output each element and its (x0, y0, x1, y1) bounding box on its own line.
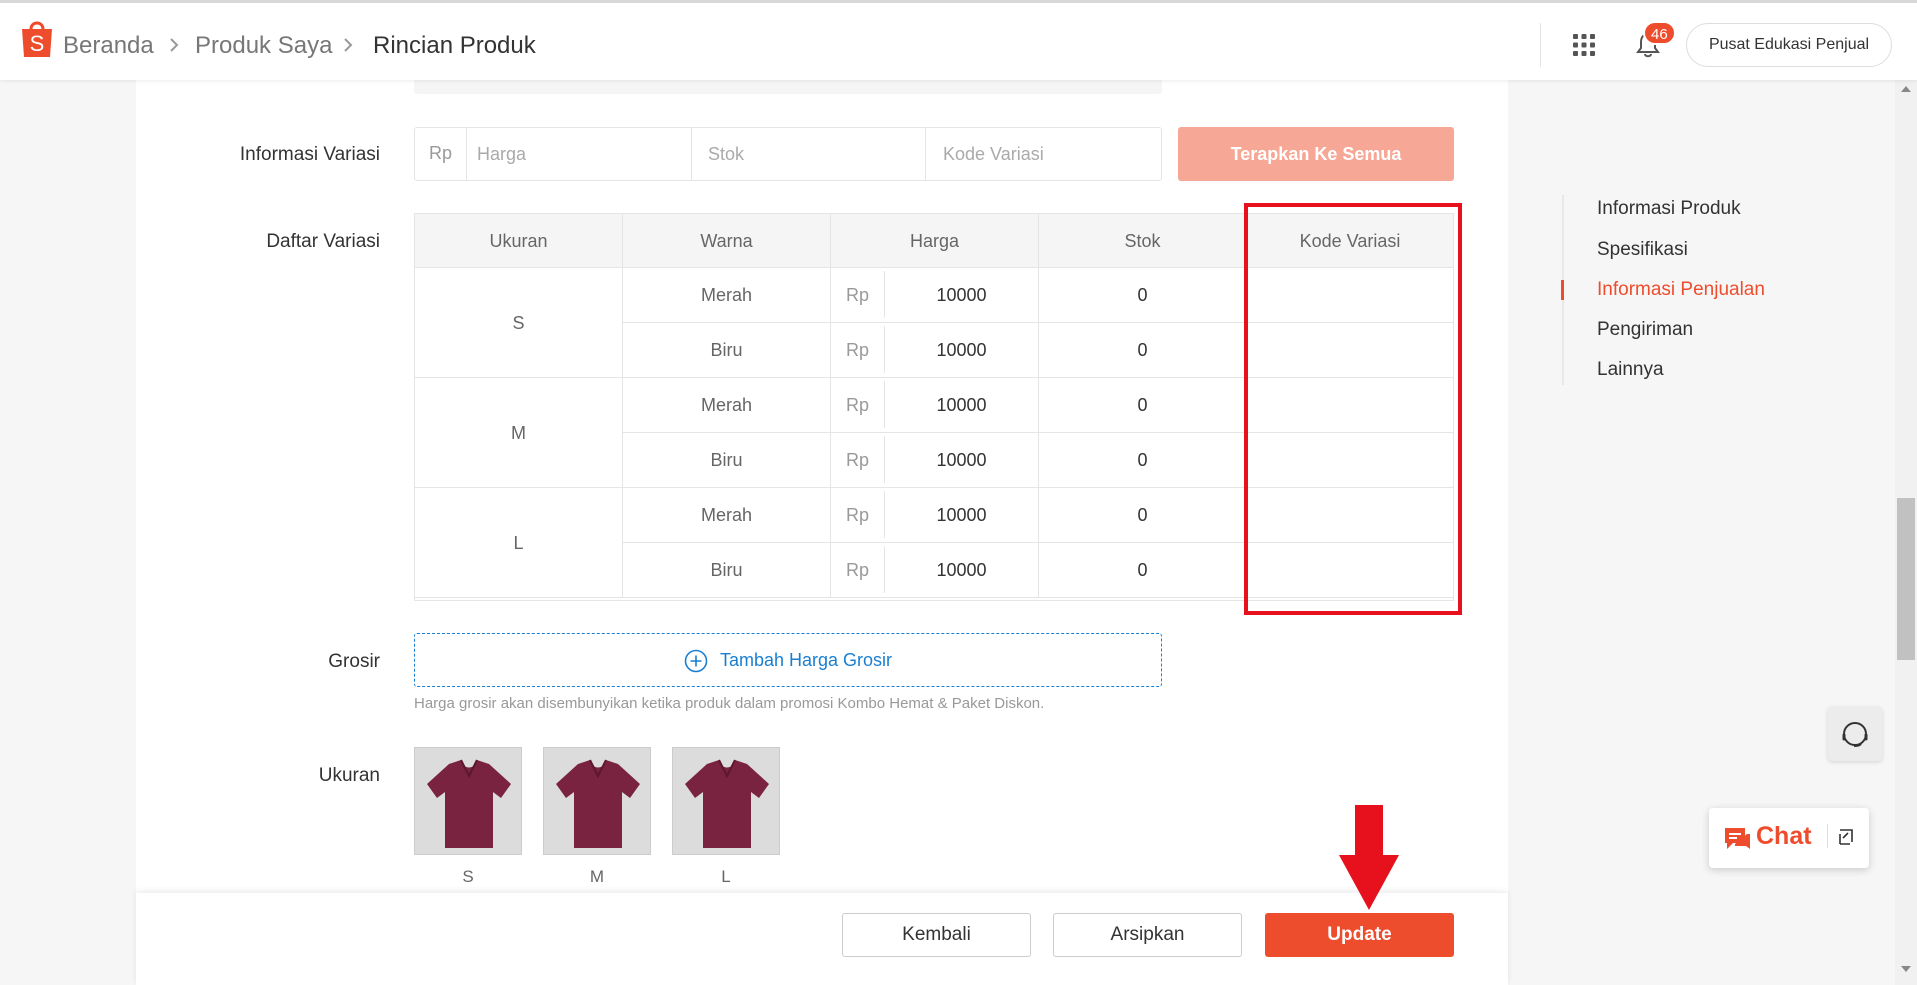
variation-info-label: Informasi Variasi (239, 144, 380, 165)
arrow-down-annotation-icon (1339, 805, 1399, 910)
color-cell: Biru (623, 433, 831, 488)
chat-label[interactable]: Chat (1756, 822, 1812, 851)
price-value[interactable]: 10000 (885, 543, 1038, 597)
column-header-size: Ukuran (415, 214, 623, 268)
side-nav-shipping[interactable]: Pengiriman (1597, 318, 1693, 342)
size-cell: L (415, 488, 623, 598)
batch-code-field (926, 128, 1161, 180)
chat-bubble-icon (1725, 828, 1750, 849)
chevron-right-icon (170, 38, 179, 52)
stock-cell[interactable]: 0 (1039, 378, 1247, 433)
price-value[interactable]: 10000 (885, 323, 1038, 377)
expand-chat-icon[interactable] (1837, 828, 1855, 846)
size-cell: S (415, 268, 623, 378)
size-image-caption: S (462, 867, 474, 886)
color-cell: Merah (623, 268, 831, 323)
kode-variasi-highlight (1244, 203, 1462, 615)
currency-prefix: Rp (831, 546, 885, 593)
stock-cell[interactable]: 0 (1039, 433, 1247, 488)
side-nav-product-info[interactable]: Informasi Produk (1597, 197, 1741, 221)
wholesale-hint: Harga grosir akan disembunyikan ketika p… (414, 695, 1045, 712)
breadcrumb-home[interactable]: Beranda (63, 31, 154, 61)
size-image-caption: L (721, 867, 731, 886)
column-header-price: Harga (831, 214, 1039, 268)
side-nav-others[interactable]: Lainnya (1597, 358, 1664, 382)
currency-prefix: Rp (831, 491, 885, 538)
size-cell: M (415, 378, 623, 488)
column-header-color: Warna (623, 214, 831, 268)
breadcrumb-current: Rincian Produk (373, 32, 536, 59)
stock-cell[interactable]: 0 (1039, 268, 1247, 323)
back-button[interactable]: Kembali (842, 913, 1031, 957)
add-wholesale-label: Tambah Harga Grosir (719, 650, 893, 670)
tshirt-image (685, 759, 769, 848)
apps-grid-icon[interactable] (1572, 33, 1596, 57)
shopee-logo-icon[interactable]: S (20, 17, 54, 59)
price-value[interactable]: 10000 (885, 268, 1038, 322)
batch-code-input[interactable] (943, 128, 1153, 180)
header-divider (1540, 23, 1541, 67)
notification-badge: 46 (1643, 21, 1676, 45)
side-nav-active-marker (1561, 280, 1564, 300)
price-value[interactable]: 10000 (885, 488, 1038, 542)
breadcrumb-my-products[interactable]: Produk Saya (195, 31, 332, 61)
headset-icon (1842, 722, 1868, 747)
tshirt-image (427, 759, 511, 848)
svg-text:S: S (30, 31, 45, 56)
price-cell[interactable]: Rp 10000 (831, 433, 1039, 488)
batch-stock-field (692, 128, 926, 180)
side-nav-sales-info[interactable]: Informasi Penjualan (1597, 278, 1765, 302)
size-image-m[interactable] (543, 747, 651, 855)
currency-prefix: Rp (831, 326, 885, 373)
price-cell[interactable]: Rp 10000 (831, 268, 1039, 323)
currency-prefix: Rp (831, 436, 885, 483)
add-wholesale-price-button[interactable]: Tambah Harga Grosir (414, 633, 1162, 687)
color-cell: Merah (623, 488, 831, 543)
wholesale-label: Grosir (328, 651, 380, 672)
previous-field-remnant (414, 80, 1162, 94)
chevron-right-icon (344, 38, 353, 52)
side-nav-specification[interactable]: Spesifikasi (1597, 238, 1688, 262)
currency-prefix: Rp (831, 381, 885, 428)
plus-circle-icon (684, 649, 708, 673)
price-cell[interactable]: Rp 10000 (831, 488, 1039, 543)
variation-info-inputs: Rp (414, 127, 1162, 181)
batch-stock-input[interactable] (708, 128, 918, 180)
price-cell[interactable]: Rp 10000 (831, 323, 1039, 378)
price-value[interactable]: 10000 (885, 433, 1038, 487)
price-cell[interactable]: Rp 10000 (831, 378, 1039, 433)
stock-cell[interactable]: 0 (1039, 488, 1247, 543)
stock-cell[interactable]: 0 (1039, 323, 1247, 378)
support-widget[interactable] (1828, 707, 1882, 761)
apply-to-all-button[interactable]: Terapkan Ke Semua (1178, 127, 1454, 181)
size-image-caption: M (589, 867, 605, 886)
scroll-up-icon[interactable] (1900, 84, 1912, 94)
archive-button[interactable]: Arsipkan (1053, 913, 1242, 957)
color-cell: Biru (623, 543, 831, 598)
color-cell: Biru (623, 323, 831, 378)
scroll-down-icon[interactable] (1900, 964, 1912, 974)
price-cell[interactable]: Rp 10000 (831, 543, 1039, 598)
batch-price-field: Rp (415, 128, 692, 180)
seller-education-button[interactable]: Pusat Edukasi Penjual (1686, 23, 1892, 67)
column-header-stock: Stok (1039, 214, 1247, 268)
currency-prefix: Rp (831, 271, 885, 318)
scrollbar-thumb[interactable] (1897, 498, 1915, 660)
stock-cell[interactable]: 0 (1039, 543, 1247, 598)
currency-prefix: Rp (415, 128, 467, 180)
chat-divider (1827, 824, 1828, 848)
size-image-s[interactable] (414, 747, 522, 855)
size-image-l[interactable] (672, 747, 780, 855)
tshirt-image (556, 759, 640, 848)
variation-list-label: Daftar Variasi (266, 231, 380, 252)
price-value[interactable]: 10000 (885, 378, 1038, 432)
batch-price-input[interactable] (477, 128, 682, 180)
size-images-label: Ukuran (318, 765, 380, 786)
top-bar: S Beranda Produk Saya Rincian Produk 46 … (0, 0, 1917, 80)
update-button[interactable]: Update (1265, 913, 1454, 957)
color-cell: Merah (623, 378, 831, 433)
